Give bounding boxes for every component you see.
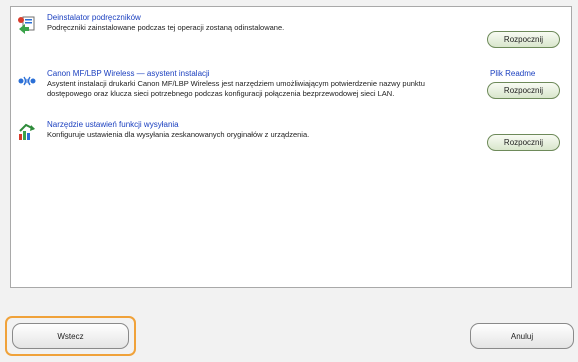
back-button[interactable]: Wstecz — [12, 323, 129, 349]
cancel-button[interactable]: Anuluj — [470, 323, 574, 349]
tools-panel: Deinstalator podręczników Podręczniki za… — [10, 6, 572, 288]
tool-title-uninstaller[interactable]: Deinstalator podręczników — [47, 13, 141, 22]
start-uninstaller-button[interactable]: Rozpocznij — [487, 31, 560, 48]
tool-desc-send-settings: Konfiguruje ustawienia dla wysyłania zes… — [47, 130, 310, 139]
tool-title-send-settings[interactable]: Narzędzie ustawień funkcji wysyłania — [47, 120, 179, 129]
start-wireless-button[interactable]: Rozpocznij — [487, 82, 560, 99]
wireless-icon — [18, 76, 36, 86]
tool-desc-uninstaller: Podręczniki zainstalowane podczas tej op… — [47, 23, 285, 32]
tool-desc-wireless: Asystent instalacji drukarki Canon MF/LB… — [47, 79, 425, 98]
send-settings-icon — [19, 123, 35, 140]
readme-link[interactable]: Plik Readme — [490, 69, 535, 78]
tool-title-wireless[interactable]: Canon MF/LBP Wireless — asystent instala… — [47, 69, 210, 78]
start-send-settings-button[interactable]: Rozpocznij — [487, 134, 560, 151]
uninstall-icon — [18, 16, 35, 34]
installer-window: Deinstalator podręczników Podręczniki za… — [0, 0, 578, 362]
